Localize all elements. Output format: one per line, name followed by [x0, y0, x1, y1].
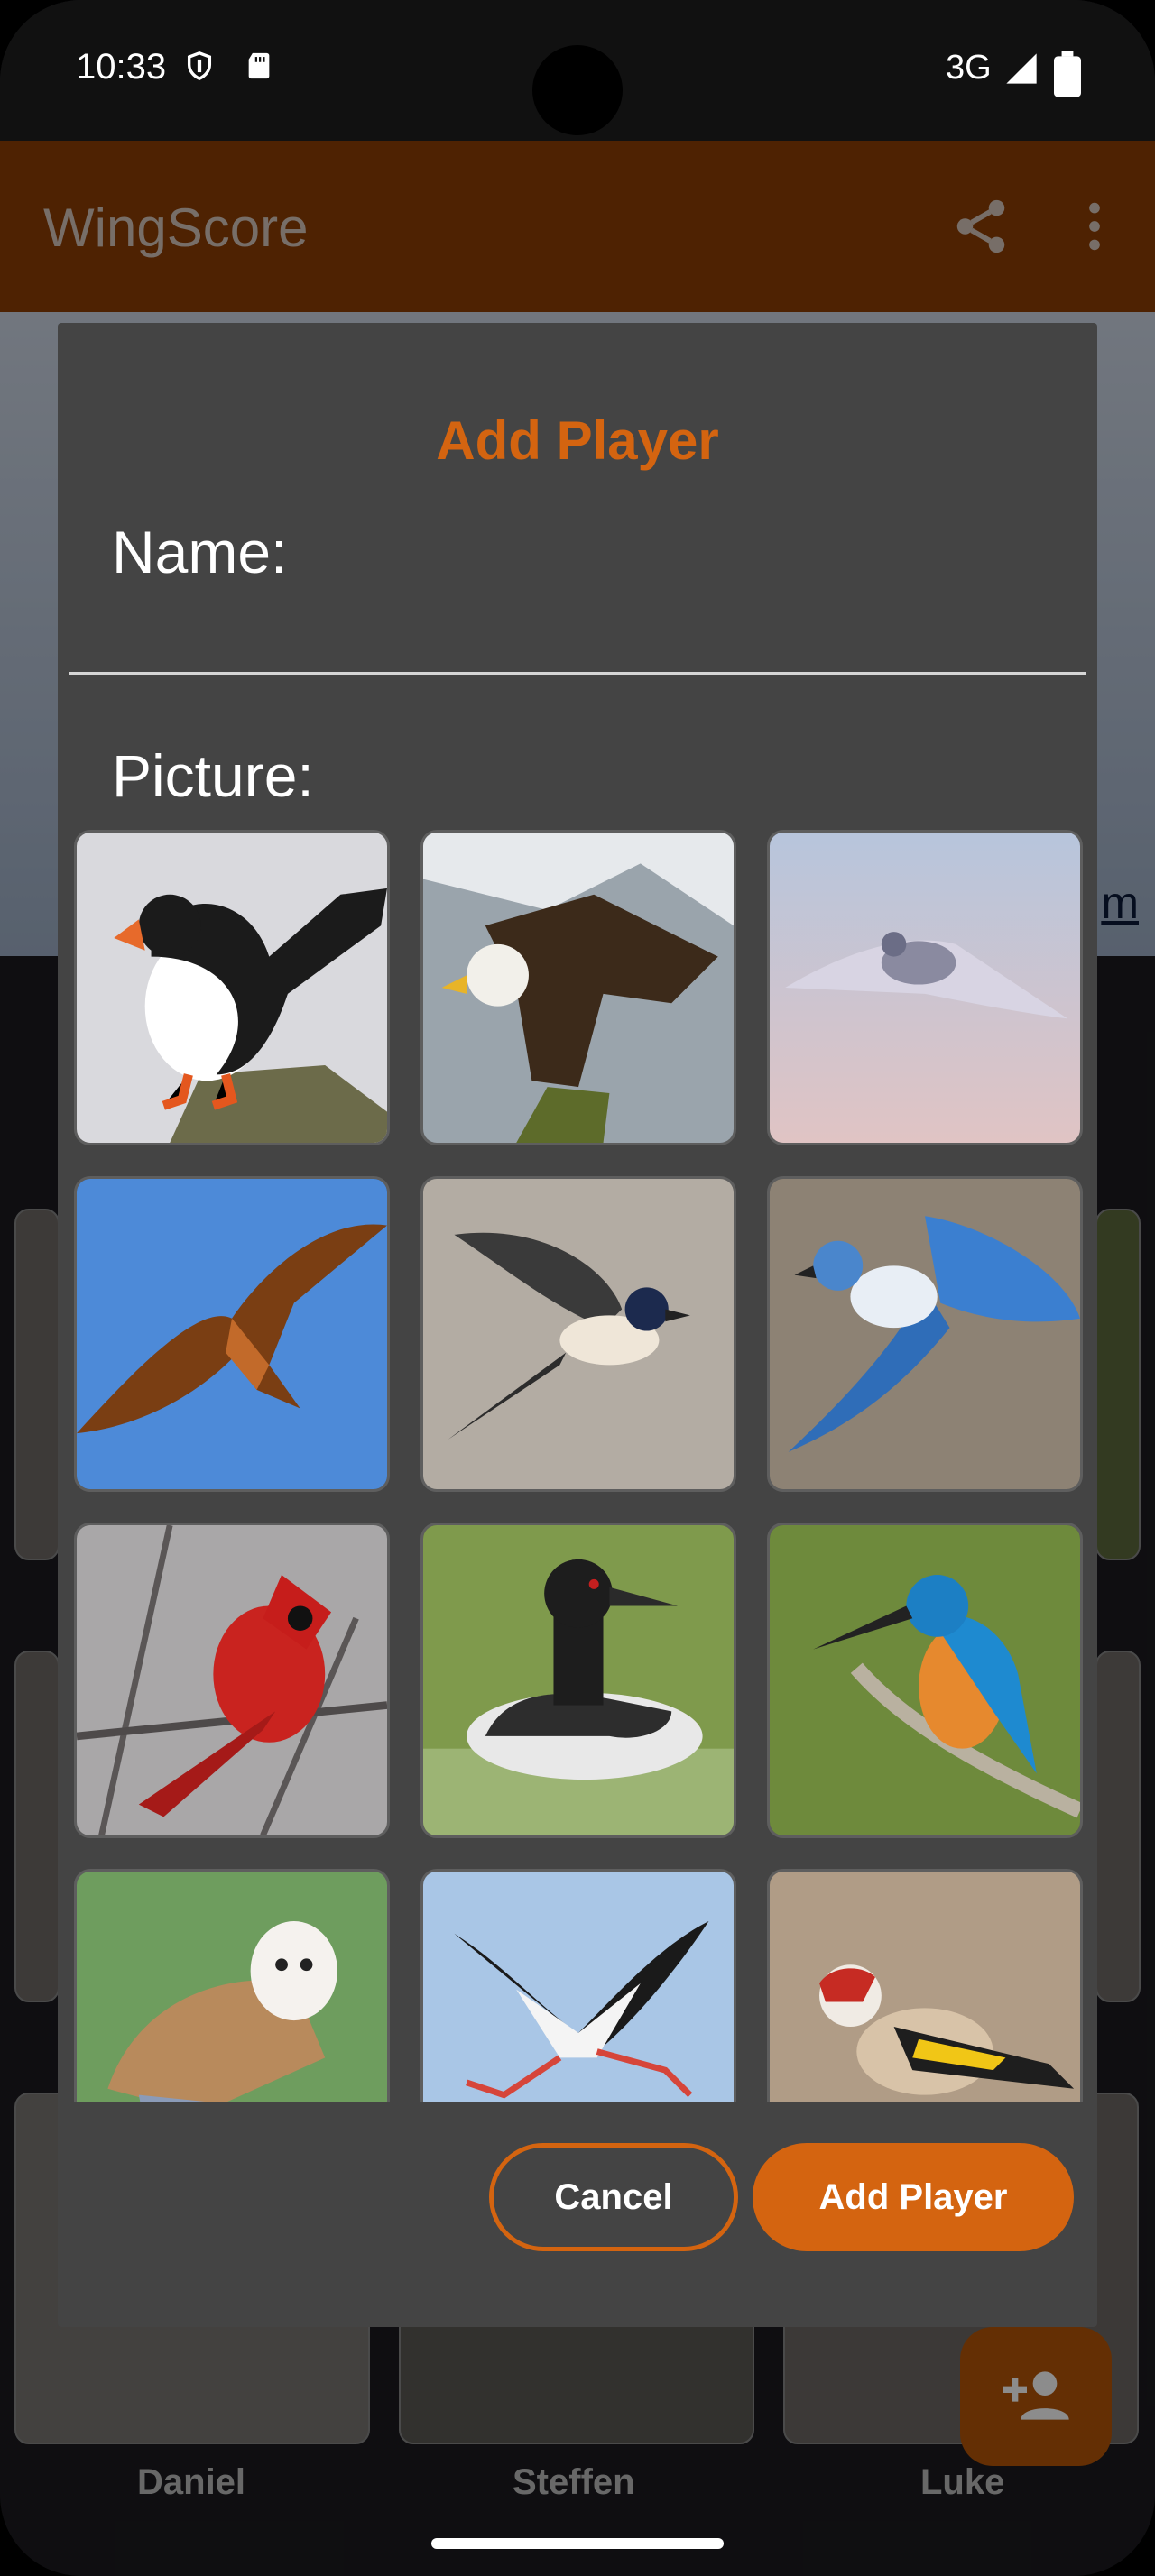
stork-image	[423, 1872, 734, 2102]
network-type: 3G	[946, 49, 992, 87]
screen: 10:33 3G WingScore m Daniel Steffen Luke…	[0, 0, 1155, 2576]
name-input[interactable]	[69, 548, 1086, 675]
device-frame: 10:33 3G WingScore m Daniel Steffen Luke…	[0, 0, 1155, 2576]
picture-option-puffin[interactable]	[74, 830, 390, 1145]
picture-option-loon[interactable]	[420, 1523, 736, 1838]
puffin-image	[77, 833, 387, 1143]
swallow-image	[423, 1179, 734, 1489]
picture-option-goldfinch[interactable]	[767, 1869, 1083, 2102]
picture-option-bald-eagle[interactable]	[420, 830, 736, 1145]
kingfisher-image	[770, 1525, 1080, 1835]
home-indicator[interactable]	[431, 2538, 724, 2549]
picture-option-barn-owl[interactable]	[74, 1869, 390, 2102]
picture-option-swallow[interactable]	[420, 1176, 736, 1492]
camera-cutout	[532, 45, 623, 135]
status-bar: 10:33 3G	[0, 0, 1155, 141]
dialog-title: Add Player	[436, 410, 719, 471]
pigeon-image	[770, 833, 1080, 1143]
cardinal-image	[77, 1525, 387, 1835]
picture-label: Picture:	[112, 742, 314, 809]
signal-icon	[1003, 51, 1040, 87]
status-time: 10:33	[76, 47, 167, 87]
picture-option-kingfisher[interactable]	[767, 1523, 1083, 1838]
barn-owl-image	[77, 1872, 387, 2102]
picture-option-blue-jay[interactable]	[767, 1176, 1083, 1492]
loon-image	[423, 1525, 734, 1835]
sd-card-icon	[244, 51, 274, 81]
bald-eagle-image	[423, 833, 734, 1143]
picture-option-cardinal[interactable]	[74, 1523, 390, 1838]
shield-icon	[184, 51, 215, 81]
red-kite-image	[77, 1179, 387, 1489]
picture-option-red-kite[interactable]	[74, 1176, 390, 1492]
picture-grid[interactable]	[69, 830, 1097, 2102]
add-player-dialog: Add Player Name: Picture: Cancel Add Pla…	[58, 323, 1097, 2327]
picture-option-stork[interactable]	[420, 1869, 736, 2102]
add-player-button[interactable]: Add Player	[753, 2143, 1074, 2251]
goldfinch-image	[770, 1872, 1080, 2102]
cancel-button[interactable]: Cancel	[489, 2143, 738, 2251]
battery-icon	[1054, 51, 1081, 97]
picture-option-pigeon[interactable]	[767, 830, 1083, 1145]
blue-jay-image	[770, 1179, 1080, 1489]
